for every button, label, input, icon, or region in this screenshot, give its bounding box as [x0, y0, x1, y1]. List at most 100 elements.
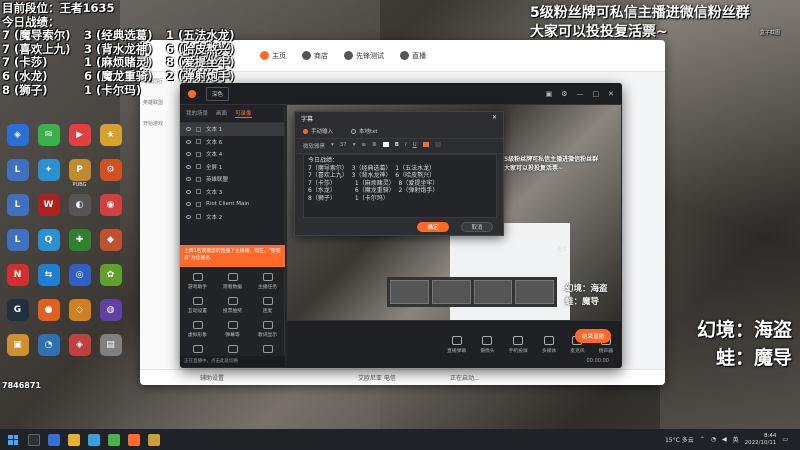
color-swatch[interactable]	[382, 142, 389, 150]
font-select[interactable]: 微软雅黑	[303, 142, 325, 150]
weather-label[interactable]: 15°C 多云	[665, 435, 694, 444]
window-control-icon[interactable]: ✕	[608, 90, 614, 98]
lock-icon[interactable]	[196, 176, 201, 182]
live-control-button[interactable]: 直播弹幕	[447, 335, 466, 354]
tool-button[interactable]: 投票抽奖	[215, 293, 250, 317]
subtitle-textarea[interactable]: 今日战绩： 7（魔导索尔） 3（经典选葛） 1（五法水龙） 7（喜欢上九） 3（背水…	[303, 154, 497, 218]
chevron-up-icon[interactable]: ⌃	[700, 436, 705, 443]
live-control-button[interactable]: 多媒体	[542, 335, 556, 354]
scene-row[interactable]: 英雄联盟	[180, 173, 284, 186]
window-control-icon[interactable]: □	[593, 90, 600, 98]
desktop-icon[interactable]: L	[2, 194, 33, 227]
radio-manual[interactable]: 手动输入	[303, 127, 333, 135]
lock-icon[interactable]	[196, 139, 201, 145]
window-control-icon[interactable]: ▣	[546, 90, 553, 98]
end-live-button[interactable]: 结束直播	[575, 329, 611, 343]
desktop-icon[interactable]: ▤	[95, 334, 126, 367]
file-explorer-icon[interactable]	[68, 433, 80, 446]
desktop-icon[interactable]: ◆	[95, 229, 126, 262]
assist-settings-link[interactable]: 辅助设置	[200, 373, 224, 382]
desktop-icon[interactable]: ▣	[2, 334, 33, 367]
desktop-icon[interactable]: ⇆	[33, 264, 64, 297]
desktop-icon[interactable]: ✦	[33, 159, 64, 192]
close-icon[interactable]: ✕	[492, 114, 497, 122]
sidebar-item[interactable]: 开始游戏	[143, 120, 176, 127]
windows-start-icon[interactable]	[8, 434, 18, 445]
lock-icon[interactable]	[196, 214, 201, 220]
client-tab[interactable]: 直播	[400, 51, 426, 61]
chevron-down-icon[interactable]: ▾	[353, 142, 356, 150]
underline-icon[interactable]: U	[413, 142, 417, 150]
eye-icon[interactable]	[186, 139, 191, 144]
size-select[interactable]: 37	[340, 142, 347, 150]
tool-button[interactable]: 观看数据	[215, 269, 250, 293]
desktop-icon[interactable]: ◈	[2, 124, 33, 157]
desktop-icon[interactable]: Q	[33, 229, 64, 262]
tool-button[interactable]: 游戏助手	[180, 269, 215, 293]
desktop-icon[interactable]: N	[2, 264, 33, 297]
scene-row[interactable]: 文本 2	[180, 211, 284, 224]
desktop-icon[interactable]: ◎	[64, 264, 95, 297]
tab-recordable[interactable]: 可录像	[235, 109, 252, 118]
streaming-app-icon[interactable]	[128, 433, 140, 446]
align-icon[interactable]: ≡	[362, 142, 367, 150]
desktop-icon[interactable]: L	[2, 159, 33, 192]
clock[interactable]: 8:44 2022/10/11	[745, 433, 777, 447]
desktop-icon[interactable]: ●	[33, 299, 64, 332]
search-icon[interactable]	[28, 433, 40, 446]
desktop-icon[interactable]: ▶	[64, 124, 95, 157]
align-icon[interactable]: ≣	[372, 142, 377, 150]
desktop-icon[interactable]: ★	[95, 124, 126, 157]
tab-my-scenes[interactable]: 我的场景	[186, 109, 208, 118]
eye-icon[interactable]	[186, 214, 191, 219]
eye-icon[interactable]	[186, 127, 191, 132]
desktop-icon[interactable]: ◍	[95, 299, 126, 332]
tool-button[interactable]: 互动设置	[180, 293, 215, 317]
client-tab[interactable]: 主页	[260, 51, 286, 61]
window-control-icon[interactable]: —	[577, 90, 584, 98]
window-control-icon[interactable]: ⚙	[561, 90, 567, 98]
bold-icon[interactable]: B	[395, 142, 399, 150]
tool-button[interactable]: 歌词显示	[250, 317, 285, 341]
lock-icon[interactable]	[196, 164, 201, 170]
lock-icon[interactable]	[196, 201, 201, 207]
desktop-icon[interactable]: G	[2, 299, 33, 332]
color-swatch[interactable]	[434, 142, 441, 150]
desktop-icon[interactable]: ◈	[64, 334, 95, 367]
notification-icon[interactable]: ▭	[782, 436, 788, 443]
tool-button[interactable]: 主播任务	[250, 269, 285, 293]
scene-row[interactable]: 文本 6	[180, 136, 284, 149]
desktop-icon[interactable]: P PUBG	[64, 159, 95, 192]
tab-screen[interactable]: 画面	[216, 109, 227, 118]
game-client-icon[interactable]	[148, 433, 160, 446]
chevron-down-icon[interactable]: ▾	[331, 142, 334, 150]
desktop-icon[interactable]: ◔	[33, 334, 64, 367]
browser-icon[interactable]	[88, 433, 100, 446]
italic-icon[interactable]: I	[405, 142, 407, 150]
ok-button[interactable]: 确定	[417, 222, 449, 232]
ime-label[interactable]: 英	[733, 435, 739, 444]
client-tab[interactable]: 先锋测试	[344, 51, 384, 61]
scene-row[interactable]: Riot Client Main	[180, 198, 284, 211]
live-control-button[interactable]: 摄像头	[480, 335, 495, 354]
eye-icon[interactable]	[186, 202, 191, 207]
desktop-icon[interactable]: ◐	[64, 194, 95, 227]
client-tab[interactable]: 商店	[302, 51, 328, 61]
desktop-icon[interactable]: ✚	[64, 229, 95, 262]
radio-local-txt[interactable]: 本地txt	[351, 127, 378, 135]
tool-button[interactable]: 连麦	[250, 293, 285, 317]
desktop-icon[interactable]: ◉	[95, 194, 126, 227]
volume-icon[interactable]: ◀	[722, 436, 727, 443]
scene-row[interactable]: 文本 4	[180, 148, 284, 161]
cancel-button[interactable]: 取消	[461, 222, 493, 232]
desktop-icon[interactable]: L	[2, 229, 33, 262]
eye-icon[interactable]	[186, 189, 191, 194]
preview-more[interactable]: 更多	[557, 243, 621, 257]
eye-icon[interactable]	[186, 164, 191, 169]
eye-icon[interactable]	[186, 177, 191, 182]
lock-icon[interactable]	[196, 189, 201, 195]
tool-button[interactable]: 弹幕等	[215, 317, 250, 341]
eye-icon[interactable]	[186, 152, 191, 157]
task-view-icon[interactable]	[48, 433, 60, 446]
desktop-icon[interactable]: W	[33, 194, 64, 227]
